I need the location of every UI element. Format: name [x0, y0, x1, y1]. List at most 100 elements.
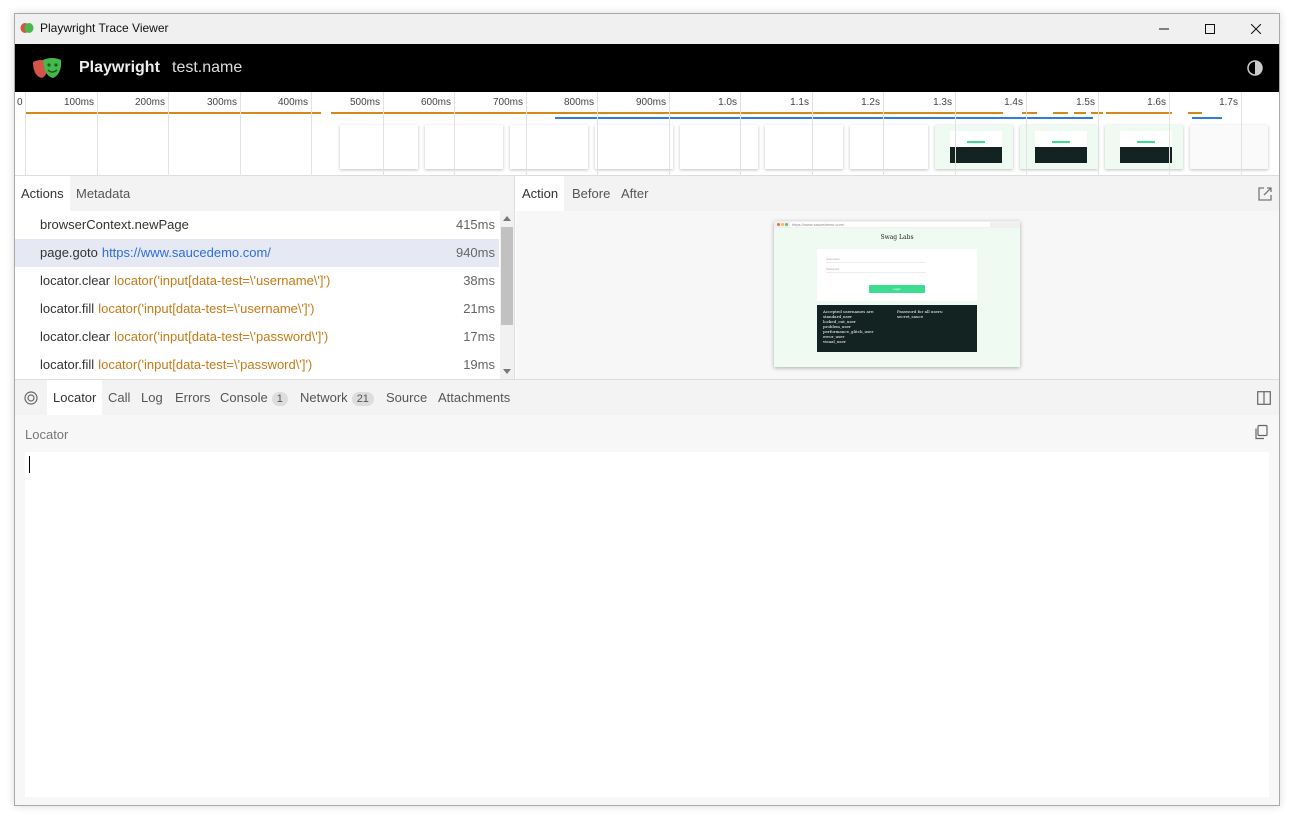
copy-icon[interactable]: [1253, 424, 1269, 440]
filmstrip-frame[interactable]: [595, 125, 673, 169]
tab-actions[interactable]: Actions: [15, 176, 70, 211]
minimize-button[interactable]: [1141, 14, 1187, 44]
action-locator: locator('input[data-test=\'username\']'): [114, 273, 331, 288]
snapshot-preview[interactable]: https://www.saucedemo.com/ Swag Labs Use…: [774, 221, 1020, 367]
action-row[interactable]: page.goto https://www.saucedemo.com/940ms: [15, 239, 499, 267]
tab-console-label: Console: [220, 390, 268, 405]
preview-credentials-box: Accepted usernames are: standard_user lo…: [817, 305, 977, 352]
timeline-tick: [740, 92, 741, 176]
preview-url: https://www.saucedemo.com/: [792, 222, 845, 227]
timeline-network-bar: [555, 117, 1093, 119]
filmstrip-frame[interactable]: [340, 125, 418, 169]
timeline-action-bar: [1022, 112, 1037, 114]
toggle-layout-icon[interactable]: [1257, 391, 1271, 405]
network-count-badge: 21: [351, 392, 374, 406]
action-duration: 21ms: [463, 301, 495, 316]
timeline-tick-label: 1.0s: [718, 97, 737, 108]
tab-network[interactable]: Network 21: [294, 380, 380, 416]
action-row[interactable]: locator.fill locator('input[data-test=\'p…: [15, 351, 499, 379]
theme-toggle-icon[interactable]: [1247, 60, 1263, 76]
action-name: browserContext.newPage: [40, 217, 189, 232]
filmstrip-frame[interactable]: [850, 125, 928, 169]
open-in-new-window-icon[interactable]: [1257, 186, 1273, 202]
maximize-icon: [1205, 24, 1215, 34]
action-duration: 940ms: [455, 245, 495, 260]
scroll-down-icon[interactable]: [503, 369, 511, 374]
timeline-tick-label: 1.7s: [1219, 97, 1238, 108]
snapshot-tab-bar: Action Before After: [516, 176, 1279, 211]
action-name: locator.clear: [40, 273, 111, 288]
timeline-network-bar: [1192, 117, 1222, 119]
timeline-action-bar: [331, 112, 1003, 114]
timeline-tick: [168, 92, 169, 176]
timeline-action-bar: [1188, 112, 1202, 114]
preview-password-field: Password: [826, 267, 926, 273]
timeline-tick-label: 1.2s: [861, 97, 880, 108]
tab-before[interactable]: Before: [566, 176, 616, 211]
text-cursor: [29, 456, 30, 473]
tab-console[interactable]: Console 1: [214, 380, 294, 416]
filmstrip-frame[interactable]: [1105, 125, 1183, 169]
timeline-action-bar: [1074, 112, 1086, 114]
timeline-tick-label: 900ms: [635, 97, 666, 108]
action-url: https://www.saucedemo.com/: [101, 245, 271, 260]
tab-action[interactable]: Action: [516, 176, 565, 211]
timeline-tick: [1241, 92, 1242, 176]
tab-source[interactable]: Source: [380, 380, 433, 416]
filmstrip-frame[interactable]: [680, 125, 758, 169]
timeline[interactable]: 0 100ms 200ms 300ms 400ms 500ms 600ms 700ms 800m…: [15, 92, 1279, 176]
preview-page-title: Swag Labs: [880, 234, 914, 241]
filmstrip-frame[interactable]: [425, 125, 503, 169]
details-tab-bar: Locator Call Log Errors Console 1 Network…: [15, 379, 1279, 416]
timeline-tick: [383, 92, 384, 176]
filmstrip-frame[interactable]: [935, 125, 1013, 169]
timeline-tick: [526, 92, 527, 176]
tab-call[interactable]: Call: [102, 380, 136, 416]
timeline-tick-label: 600ms: [420, 97, 451, 108]
action-name: page.goto: [40, 245, 98, 260]
action-row[interactable]: locator.clear locator('input[data-test=\'…: [15, 323, 499, 351]
action-name: locator.fill: [40, 301, 95, 316]
action-row[interactable]: locator.fill locator('input[data-test=\'u…: [15, 295, 499, 323]
tab-after[interactable]: After: [615, 176, 654, 211]
filmstrip-frame[interactable]: [765, 125, 843, 169]
pick-locator-icon[interactable]: [24, 391, 38, 405]
tab-attachments[interactable]: Attachments: [432, 380, 516, 416]
timeline-tick: [1098, 92, 1099, 176]
action-row[interactable]: locator.clear locator('input[data-test=\'…: [15, 267, 499, 295]
timeline-tick: [883, 92, 884, 176]
tab-locator[interactable]: Locator: [47, 380, 103, 416]
maximize-button[interactable]: [1187, 14, 1233, 44]
timeline-tick: [955, 92, 956, 176]
timeline-tick-label: 1.1s: [790, 97, 809, 108]
timeline-tick-label: 700ms: [492, 97, 523, 108]
filmstrip-frame[interactable]: [510, 125, 588, 169]
timeline-tick: [1026, 92, 1027, 176]
scroll-up-icon[interactable]: [503, 216, 511, 221]
action-duration: 38ms: [463, 273, 495, 288]
timeline-tick-label: 200ms: [134, 97, 165, 108]
actions-scrollbar[interactable]: [500, 211, 514, 379]
action-duration: 415ms: [455, 217, 495, 232]
tab-metadata[interactable]: Metadata: [70, 176, 136, 211]
timeline-tick-label: 1.6s: [1147, 97, 1166, 108]
timeline-tick-label: 800ms: [563, 97, 594, 108]
preview-usernames-text: Accepted usernames are: standard_user lo…: [823, 309, 875, 344]
tab-network-label: Network: [300, 390, 348, 405]
action-locator: locator('input[data-test=\'password\']'): [114, 329, 329, 344]
close-button[interactable]: [1233, 14, 1279, 44]
locator-editor[interactable]: [25, 452, 1269, 797]
filmstrip-frame[interactable]: [1190, 125, 1268, 169]
action-row[interactable]: browserContext.newPage 415ms: [15, 211, 499, 239]
scroll-thumb[interactable]: [501, 227, 513, 325]
action-locator: locator('input[data-test=\'username\']'): [98, 301, 315, 316]
filmstrip-frame[interactable]: [1020, 125, 1098, 169]
tab-errors[interactable]: Errors: [169, 380, 216, 416]
preview-username-field: Username: [826, 257, 926, 263]
preview-browser-bar: https://www.saucedemo.com/: [774, 221, 1020, 228]
locator-panel: Locator: [15, 415, 1279, 805]
actions-panel: Actions Metadata browserContext.newPage 4…: [15, 176, 515, 379]
tab-log[interactable]: Log: [135, 380, 169, 416]
actions-tab-bar: Actions Metadata: [15, 176, 514, 211]
timeline-tick-label: 500ms: [349, 97, 380, 108]
